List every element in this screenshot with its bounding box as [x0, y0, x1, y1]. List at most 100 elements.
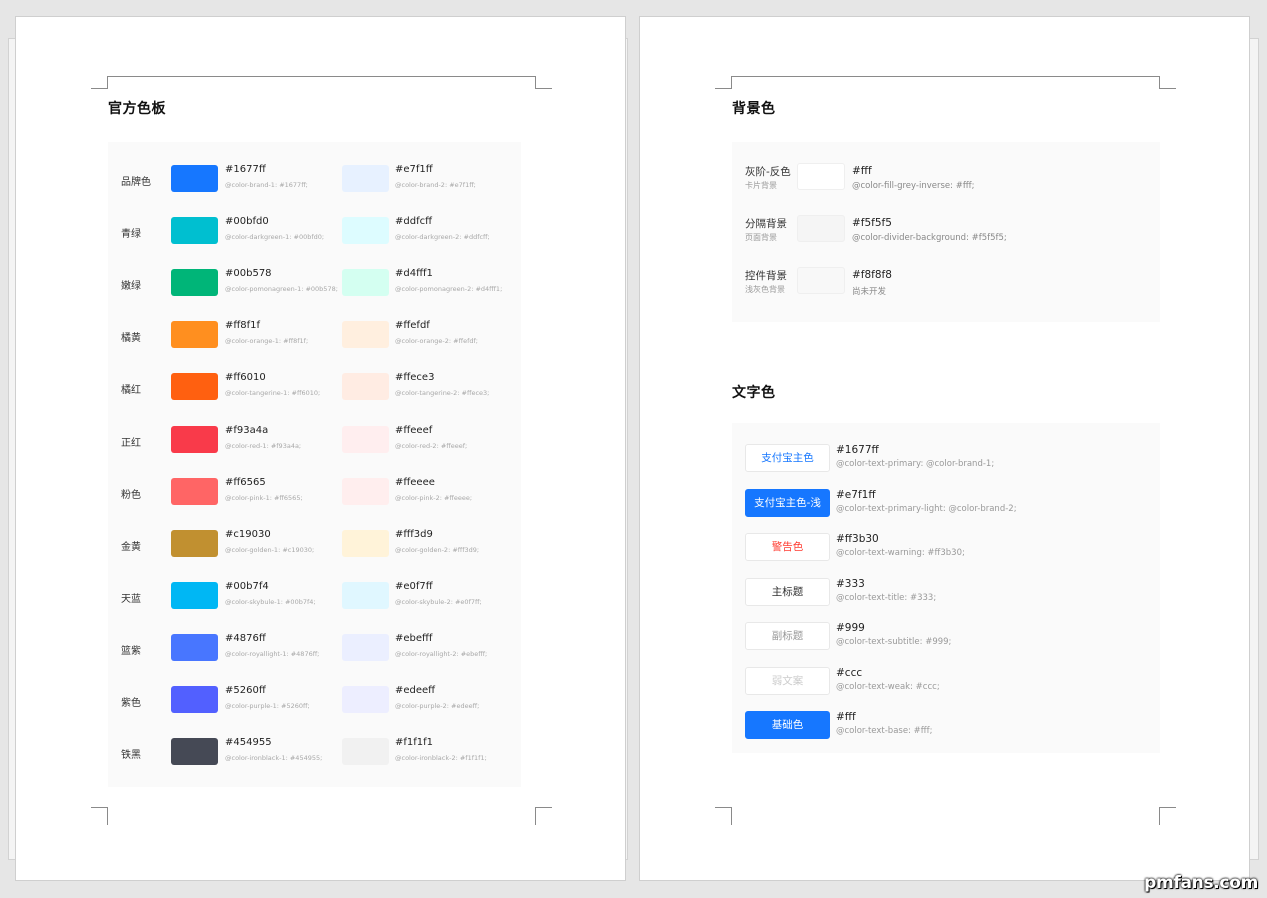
hex-value: #333 — [836, 577, 865, 590]
text-color-row: 副标题 #999 @color-text-subtitle: #999; — [732, 622, 1158, 662]
color-swatch-primary — [171, 738, 218, 766]
background-swatch — [797, 267, 845, 294]
background-row: 控件背景 浅灰色背景 #f8f8f8 尚未开发 — [732, 260, 1158, 300]
hex-value-light: #f1f1f1 — [395, 737, 434, 749]
variable-name: @color-text-subtitle: #999; — [836, 637, 952, 647]
color-swatch-light — [342, 373, 389, 401]
hex-value: #999 — [836, 622, 865, 634]
color-name: 粉色 — [121, 489, 141, 501]
hex-value-primary: #5260ff — [225, 685, 266, 696]
variable-name: @color-text-title: #333; — [836, 592, 937, 603]
color-swatch-primary — [171, 165, 218, 192]
color-name: 橘红 — [121, 385, 141, 397]
hex-value-light: #fff3d9 — [395, 528, 433, 540]
variable-light: @color-golden-2: #fff3d9; — [395, 545, 480, 554]
palette-row: 粉色 #ff6565 @color-pink-1: #ff6565; #ffeeee @… — [108, 472, 520, 512]
variable-primary: @color-royallight-1: #4876ff; — [225, 649, 320, 658]
variable-name: @color-divider-background: #f5f5f5; — [852, 233, 1007, 243]
text-sample-button[interactable]: 主标题 — [745, 577, 830, 606]
variable-primary: @color-skybule-1: #00b7f4; — [225, 597, 316, 606]
background-row: 分隔背景页面背景 #f5f5f5 @color-divider-background… — [732, 208, 1158, 248]
variable-light: @color-pomonagreen-2: #d4fff1; — [395, 285, 503, 294]
text-sample-button[interactable]: 支付宝主色-浅 — [745, 488, 830, 517]
text-sample-button[interactable]: 弱文案 — [745, 666, 830, 695]
color-name: 篮紫 — [121, 645, 141, 657]
palette-row: 篮紫 #4876ff @color-royallight-1: #4876ff; #e… — [108, 628, 520, 668]
palette-row: 橘黄 #ff8f1f @color-orange-1: #ff8f1f; #ffefd… — [108, 315, 520, 355]
palette-panel: 品牌色 #1677ff @color-brand-1: #1677ff; #e7f1f… — [108, 142, 521, 787]
color-swatch-light — [342, 581, 389, 609]
text-color-row: 警告色 #ff3b30 @color-text-warning: #ff3b30; — [732, 533, 1158, 573]
variable-primary: @color-purple-1: #5260ff; — [225, 702, 310, 710]
text-color-row: 弱文案 #ccc @color-text-weak: #ccc; — [732, 666, 1158, 707]
color-name: 橘黄 — [121, 333, 141, 345]
background-swatch — [797, 163, 845, 190]
crop-mark-top-right — [1159, 76, 1176, 89]
variable-primary: @color-golden-1: #c19030; — [225, 545, 315, 554]
crop-mark-bottom-left — [715, 807, 732, 825]
text-color-row: 主标题 #333 @color-text-title: #333; — [732, 577, 1158, 618]
hex-value-primary: #00bfd0 — [225, 216, 269, 228]
hex-value-light: #e0f7ff — [395, 580, 433, 592]
color-swatch-primary — [171, 321, 218, 349]
color-name: 天蓝 — [121, 593, 141, 605]
variable-primary: @color-tangerine-1: #ff6010; — [225, 389, 321, 398]
color-swatch-primary — [171, 633, 218, 661]
variable-light: @color-royallight-2: #ebefff; — [395, 649, 488, 658]
text-color-row: 支付宝主色 #1677ff @color-text-primary: @color-… — [732, 444, 1158, 484]
hex-value-light: #ffeeef — [395, 424, 433, 436]
text-color-row: 基础色 #fff @color-text-base: #fff; — [732, 711, 1158, 751]
hex-value: #f5f5f5 — [852, 217, 892, 229]
hex-value-primary: #4876ff — [225, 632, 266, 644]
color-swatch-primary — [171, 529, 218, 557]
color-swatch-primary — [171, 425, 218, 453]
background-swatch — [797, 215, 845, 242]
variable-name: @color-fill-grey-inverse: #fff; — [852, 181, 975, 191]
text-sample-button[interactable]: 支付宝主色 — [745, 444, 830, 472]
hex-value: #ff3b30 — [836, 533, 879, 545]
hex-value: #1677ff — [836, 444, 879, 456]
palette-row: 紫色 #5260ff @color-purple-1: #5260ff; #edeef… — [108, 680, 520, 720]
crop-mark-bottom-right — [1159, 807, 1176, 825]
color-swatch-light — [342, 321, 389, 349]
text-sample-button[interactable]: 基础色 — [745, 711, 830, 739]
palette-row: 铁黑 #454955 @color-ironblack-1: #454955; #f1… — [108, 732, 520, 772]
hex-value-primary: #00b578 — [225, 268, 272, 280]
color-swatch-light — [342, 165, 389, 192]
palette-row: 橘红 #ff6010 @color-tangerine-1: #ff6010; #ff… — [108, 367, 520, 407]
hex-value-light: #edeeff — [395, 685, 436, 696]
variable-primary: @color-brand-1: #1677ff; — [225, 181, 308, 189]
crop-mark-top-left — [91, 76, 108, 89]
background-row: 灰阶-反色 卡片背景 #fff @color-fill-grey-inverse: #… — [732, 156, 1158, 196]
variable-name: @color-text-base: #fff; — [836, 726, 933, 736]
text-sample-button[interactable]: 警告色 — [745, 533, 830, 561]
variable-light: @color-red-2: #ffeeef; — [395, 441, 468, 450]
color-swatch-light — [342, 269, 389, 297]
section-title-palette: 官方色板 — [108, 101, 166, 117]
hex-value: #fff — [852, 165, 872, 177]
background-panel: 灰阶-反色 卡片背景 #fff @color-fill-grey-inverse: #… — [732, 142, 1160, 322]
background-usage: 页面背景 — [745, 233, 777, 242]
variable-name: @color-text-primary-light: @color-brand-… — [836, 503, 1017, 514]
color-swatch-primary — [171, 217, 218, 245]
crop-mark-bottom-left — [91, 807, 108, 825]
background-usage: 卡片背景 — [745, 181, 777, 190]
color-name: 青绿 — [121, 229, 141, 241]
document-page-left: 官方色板 品牌色 #1677ff @color-brand-1: #1677ff; #… — [15, 16, 626, 881]
background-name: 分隔背景 — [745, 218, 787, 230]
color-swatch-light — [342, 425, 389, 453]
color-swatch-light — [342, 686, 389, 713]
variable-primary: @color-pink-1: #ff6565; — [225, 493, 303, 502]
palette-row: 品牌色 #1677ff @color-brand-1: #1677ff; #e7f1f… — [108, 159, 520, 199]
text-sample-button[interactable]: 副标题 — [745, 622, 830, 650]
variable-primary: @color-pomonagreen-1: #00b578; — [225, 285, 338, 294]
variable-light: @color-orange-2: #ffefdf; — [395, 337, 478, 346]
hex-value-primary: #ff6010 — [225, 372, 266, 384]
color-name: 嫩绿 — [121, 281, 141, 293]
hex-value-primary: #ff6565 — [225, 476, 266, 488]
color-swatch-light — [342, 217, 389, 245]
crop-mark-top-left — [715, 76, 732, 89]
variable-light: @color-darkgreen-2: #ddfcff; — [395, 233, 490, 242]
color-swatch-primary — [171, 477, 218, 505]
variable-light: @color-brand-2: #e7f1ff; — [395, 181, 476, 189]
